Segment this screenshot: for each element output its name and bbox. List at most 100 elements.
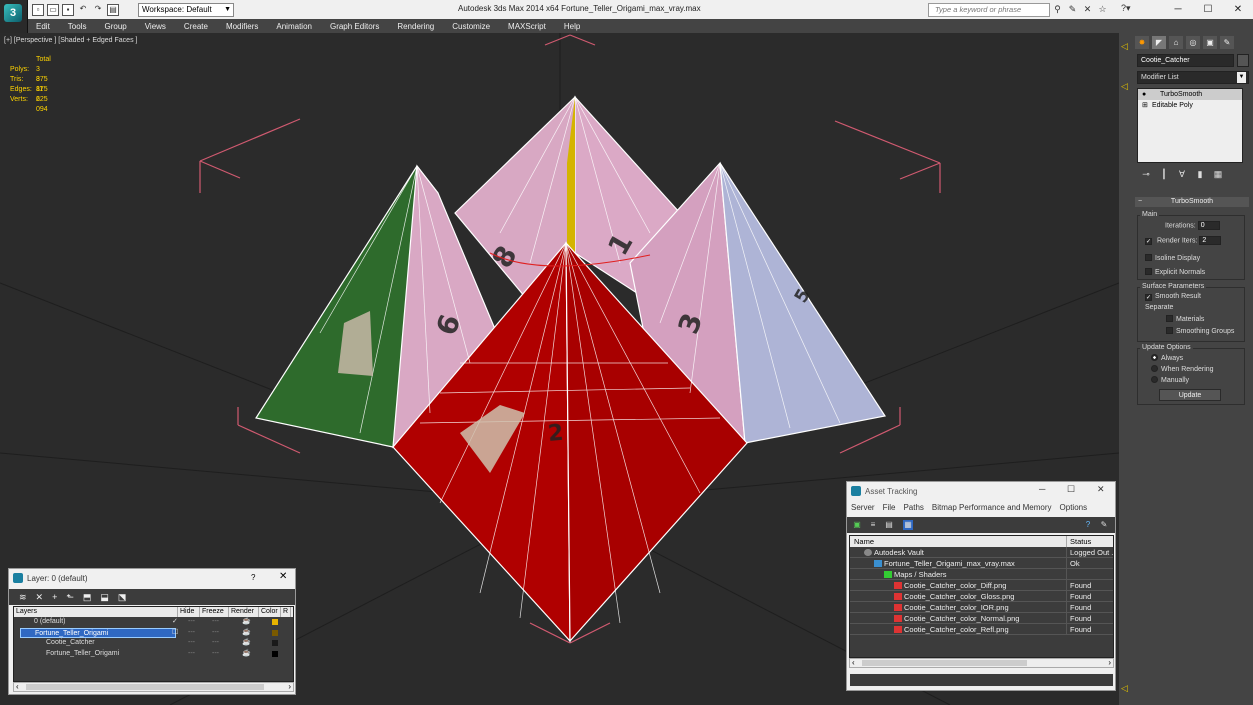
freeze-all-icon[interactable]: ⬔ bbox=[118, 592, 127, 603]
search-input[interactable]: Type a keyword or phrase bbox=[928, 3, 1050, 17]
menu-graph-editors[interactable]: Graph Editors bbox=[330, 22, 379, 31]
exchange-icon[interactable]: ✕ bbox=[1082, 3, 1093, 15]
expand-icon[interactable]: ⊞ bbox=[1142, 100, 1152, 111]
col-freeze[interactable]: Freeze bbox=[200, 607, 229, 617]
help-icon[interactable]: ? bbox=[1083, 520, 1093, 530]
smoothing-groups-row[interactable]: Smoothing Groups bbox=[1166, 327, 1234, 335]
layer-color-swatch[interactable] bbox=[272, 650, 278, 657]
close-button[interactable]: ✕ bbox=[279, 571, 287, 582]
smooth-result-row[interactable]: ✓ Smooth Result bbox=[1145, 293, 1201, 301]
menu-create[interactable]: Create bbox=[184, 22, 208, 31]
close-button[interactable]: ✕ bbox=[1223, 0, 1253, 19]
workspace-dropdown[interactable]: Workspace: Default ▼ bbox=[138, 3, 234, 17]
asset-row[interactable]: Cootie_Catcher_color_Refl.png Found bbox=[850, 624, 1113, 635]
hide-toggle[interactable]: --- bbox=[188, 628, 195, 638]
light-bulb-icon[interactable]: ● bbox=[1142, 89, 1152, 100]
col-status[interactable]: Status bbox=[1066, 536, 1115, 547]
manually-row[interactable]: Manually bbox=[1151, 376, 1189, 384]
menu-options[interactable]: Options bbox=[1060, 503, 1088, 512]
scroll-right-icon[interactable]: › bbox=[288, 682, 291, 691]
menu-server[interactable]: Server bbox=[851, 503, 875, 512]
smoothing-groups-checkbox[interactable] bbox=[1166, 327, 1173, 334]
object-name[interactable]: Fortune_Teller_Origami bbox=[20, 649, 176, 659]
asset-row[interactable]: Cootie_Catcher_color_IOR.png Found bbox=[850, 602, 1113, 613]
menu-help[interactable]: Help bbox=[564, 22, 580, 31]
col-hide[interactable]: Hide bbox=[178, 607, 200, 617]
layers-icon[interactable]: ≋ bbox=[19, 592, 27, 603]
col-r[interactable]: R bbox=[281, 607, 291, 617]
hide-toggle[interactable]: --- bbox=[188, 617, 195, 627]
asset-row[interactable]: Fortune_Teller_Origami_max_vray.max Ok bbox=[850, 558, 1113, 569]
layer-name[interactable]: 0 (default) bbox=[20, 617, 176, 627]
hide-all-icon[interactable]: ⬓ bbox=[100, 592, 109, 603]
materials-row[interactable]: Materials bbox=[1166, 315, 1204, 323]
col-render[interactable]: Render bbox=[229, 607, 259, 617]
save-icon[interactable]: ▪ bbox=[62, 4, 74, 16]
stack-item-editable-poly[interactable]: ⊞ Editable Poly bbox=[1138, 100, 1242, 111]
scroll-left-icon[interactable]: ‹ bbox=[852, 658, 855, 667]
pin-stack-icon[interactable]: ⊸ bbox=[1141, 168, 1151, 180]
isoline-checkbox[interactable] bbox=[1145, 254, 1152, 261]
redo-icon[interactable]: ↷ bbox=[92, 4, 104, 16]
layer-row[interactable]: 0 (default) ✓ --- --- ☕ bbox=[14, 617, 293, 628]
hide-toggle[interactable]: --- bbox=[188, 649, 195, 659]
layer-row[interactable]: Cootie_Catcher --- --- ☕ bbox=[14, 638, 293, 649]
thumbnail-icon[interactable]: ▤ bbox=[884, 520, 894, 530]
layer-color-swatch[interactable] bbox=[272, 629, 278, 636]
list-icon[interactable]: ≡ bbox=[868, 520, 878, 530]
horizontal-scrollbar[interactable]: ‹ › bbox=[849, 658, 1114, 668]
asset-path-field[interactable] bbox=[849, 673, 1114, 687]
tools-icon[interactable]: ✎ bbox=[1067, 3, 1078, 15]
manually-radio[interactable] bbox=[1151, 376, 1158, 383]
maximize-button[interactable]: ☐ bbox=[1193, 0, 1223, 19]
menu-rendering[interactable]: Rendering bbox=[397, 22, 434, 31]
new-file-icon[interactable]: ▫ bbox=[32, 4, 44, 16]
show-end-result-icon[interactable]: ┃ bbox=[1159, 168, 1169, 180]
active-box-icon[interactable]: ☐ bbox=[172, 628, 178, 638]
menu-file[interactable]: File bbox=[883, 503, 896, 512]
scroll-thumb[interactable] bbox=[862, 660, 1027, 666]
explicit-normals-checkbox[interactable] bbox=[1145, 268, 1152, 275]
freeze-toggle[interactable]: --- bbox=[212, 649, 219, 659]
col-name[interactable]: Name bbox=[854, 536, 874, 547]
layer-color-swatch[interactable] bbox=[272, 619, 278, 625]
horizontal-scrollbar[interactable]: ‹ › bbox=[13, 682, 294, 692]
project-folder-icon[interactable]: ▤ bbox=[107, 4, 119, 16]
asset-row[interactable]: Cootie_Catcher_color_Normal.png Found bbox=[850, 613, 1113, 624]
asset-row[interactable]: Maps / Shaders bbox=[850, 569, 1113, 580]
always-radio[interactable] bbox=[1151, 354, 1158, 361]
table-view-icon[interactable]: ▦ bbox=[903, 520, 913, 530]
render-teapot-icon[interactable]: ☕ bbox=[242, 638, 251, 648]
layer-row[interactable]: Fortune_Teller_Origami --- --- ☕ bbox=[14, 649, 293, 660]
motion-tab-icon[interactable]: ◎ bbox=[1186, 36, 1200, 49]
close-button[interactable]: ✕ bbox=[1097, 484, 1105, 495]
render-teapot-icon[interactable]: ☕ bbox=[242, 628, 251, 638]
help-button[interactable]: ? bbox=[251, 573, 255, 582]
utilities-tab-icon[interactable]: ✎ bbox=[1220, 36, 1234, 49]
layer-name[interactable]: Fortune_Teller_Origami bbox=[20, 627, 176, 638]
minimize-button[interactable]: ─ bbox=[1039, 484, 1045, 494]
menu-tools[interactable]: Tools bbox=[68, 22, 87, 31]
always-row[interactable]: Always bbox=[1151, 354, 1183, 362]
freeze-toggle[interactable]: --- bbox=[212, 617, 219, 627]
display-tab-icon[interactable]: ▣ bbox=[1203, 36, 1217, 49]
menu-views[interactable]: Views bbox=[145, 22, 166, 31]
scroll-left-icon[interactable]: ‹ bbox=[16, 682, 19, 691]
active-check-icon[interactable]: ✓ bbox=[172, 617, 178, 627]
iterations-spinner[interactable]: 0 bbox=[1197, 221, 1220, 230]
remove-modifier-icon[interactable]: ▮ bbox=[1195, 168, 1205, 180]
select-objects-icon[interactable]: ⬑ bbox=[66, 592, 74, 603]
when-rendering-radio[interactable] bbox=[1151, 365, 1158, 372]
object-name[interactable]: Cootie_Catcher bbox=[20, 638, 176, 648]
hide-toggle[interactable]: --- bbox=[188, 638, 195, 648]
freeze-toggle[interactable]: --- bbox=[212, 628, 219, 638]
help-icon[interactable]: ?▾ bbox=[1121, 3, 1131, 14]
asset-row[interactable]: Cootie_Catcher_color_Diff.png Found bbox=[850, 580, 1113, 591]
menu-animation[interactable]: Animation bbox=[276, 22, 312, 31]
render-iters-spinner[interactable]: 2 bbox=[1199, 236, 1222, 245]
make-unique-icon[interactable]: ∀ bbox=[1177, 168, 1187, 180]
maximize-button[interactable]: ☐ bbox=[1067, 484, 1075, 495]
undo-icon[interactable]: ↶ bbox=[77, 4, 89, 16]
asset-row[interactable]: Cootie_Catcher_color_Gloss.png Found bbox=[850, 591, 1113, 602]
render-teapot-icon[interactable]: ☕ bbox=[242, 649, 251, 659]
